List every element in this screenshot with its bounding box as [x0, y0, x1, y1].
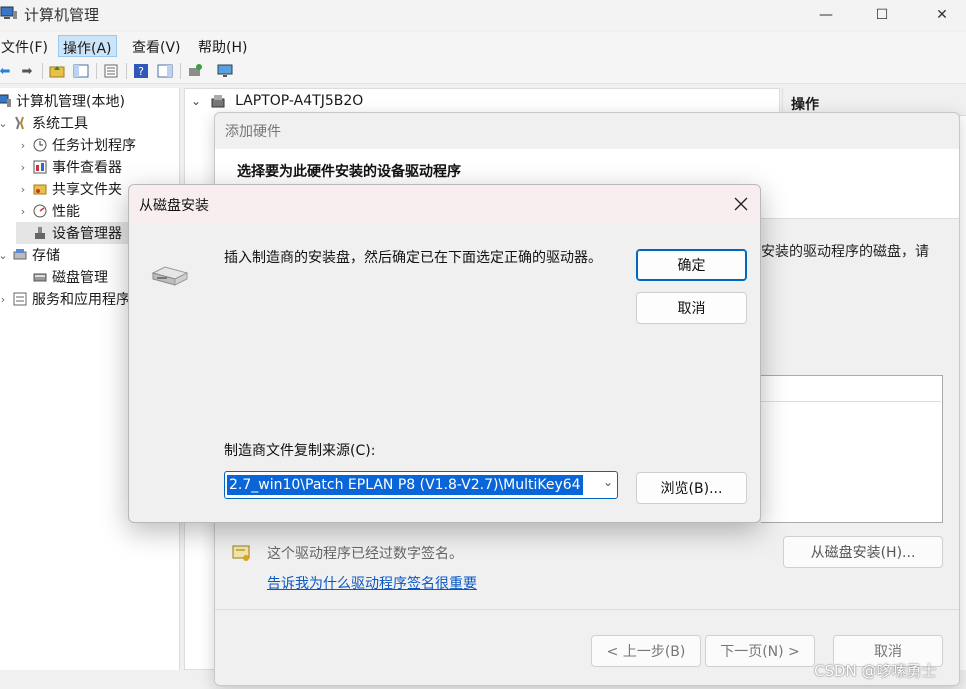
signed-driver-text: 这个驱动程序已经过数字签名。 — [267, 546, 463, 562]
monitor-icon[interactable] — [216, 62, 234, 80]
chevron-down-icon[interactable]: ⌄ — [0, 117, 10, 130]
tree-item-task-scheduler[interactable]: › 任务计划程序 — [16, 134, 136, 156]
tree-item-disk-management[interactable]: 磁盘管理 — [16, 266, 108, 288]
performance-icon — [32, 203, 48, 219]
ok-button[interactable]: 确定 — [636, 249, 747, 281]
signed-driver-icon — [232, 545, 250, 561]
shared-folder-icon — [32, 181, 48, 197]
dialog-title-bar: 从磁盘安装 — [129, 185, 760, 223]
chevron-right-icon[interactable]: › — [16, 139, 30, 152]
clock-icon — [32, 137, 48, 153]
driver-model-list[interactable] — [761, 375, 943, 523]
wizard-description: 安装的驱动程序的磁盘，请 — [761, 244, 929, 260]
computer-management-icon — [0, 6, 17, 19]
driver-signing-link[interactable]: 告诉我为什么驱动程序签名很重要 — [267, 573, 477, 593]
disk-drive-icon — [151, 266, 189, 286]
chevron-right-icon[interactable]: › — [16, 183, 30, 196]
event-viewer-icon — [32, 159, 48, 175]
back-button[interactable]: < 上一步(B) — [591, 635, 701, 667]
console-icon[interactable] — [156, 62, 174, 80]
menu-bar: 文件(F) 操作(A) 查看(V) 帮助(H) — [0, 32, 966, 58]
tools-icon — [12, 115, 28, 131]
chevron-right-icon[interactable]: › — [16, 161, 30, 174]
chevron-right-icon[interactable]: › — [0, 293, 10, 306]
tree-item-performance[interactable]: › 性能 — [16, 200, 80, 222]
close-icon — [734, 197, 748, 211]
computer-node[interactable]: ⌄ LAPTOP-A4TJ5B2O — [191, 93, 363, 109]
watermark: CSDN @哆嗦勇士 — [814, 662, 937, 680]
wizard-heading: 选择要为此硬件安装的设备驱动程序 — [237, 164, 461, 180]
browse-button[interactable]: 浏览(B)... — [636, 472, 747, 504]
tree-task-scheduler-label: 任务计划程序 — [52, 138, 136, 154]
wizard-title: 添加硬件 — [225, 124, 281, 140]
storage-icon — [12, 247, 28, 263]
dialog-close-button[interactable] — [723, 189, 759, 219]
tree-item-shared-folders[interactable]: › 共享文件夹 — [16, 178, 122, 200]
tree-item-system-tools[interactable]: ⌄ 系统工具 — [0, 112, 88, 134]
forward-arrow-icon[interactable]: ➡ — [18, 62, 36, 80]
toolbar: ⬅ ➡ ? — [0, 58, 966, 84]
menu-view[interactable]: 查看(V) — [128, 35, 185, 57]
back-arrow-icon[interactable]: ⬅ — [0, 62, 14, 80]
up-folder-icon[interactable] — [48, 62, 66, 80]
next-button[interactable]: 下一页(N) > — [705, 635, 815, 667]
menu-action[interactable]: 操作(A) — [58, 35, 117, 57]
services-icon — [12, 291, 28, 307]
close-button[interactable]: ✕ — [918, 0, 966, 30]
tree-disk-management-label: 磁盘管理 — [52, 270, 108, 286]
title-bar: 计算机管理 — ☐ ✕ — [0, 0, 966, 30]
tree-item-event-viewer[interactable]: › 事件查看器 — [16, 156, 122, 178]
menu-help[interactable]: 帮助(H) — [194, 35, 251, 57]
tree-storage-label: 存储 — [32, 248, 60, 264]
tree-device-manager-label: 设备管理器 — [52, 226, 122, 242]
menu-file[interactable]: 文件(F) — [0, 35, 52, 57]
driver-model-list-header — [761, 376, 941, 402]
properties-icon[interactable] — [102, 62, 120, 80]
computer-management-icon — [0, 93, 12, 109]
dialog-title: 从磁盘安装 — [139, 198, 209, 214]
help-icon[interactable]: ? — [132, 62, 150, 80]
tree-item-root[interactable]: 计算机管理(本地) — [0, 90, 125, 112]
minimize-button[interactable]: — — [802, 0, 850, 30]
tree-event-viewer-label: 事件查看器 — [52, 160, 122, 176]
source-path-value[interactable]: 2.7_win10\Patch EPLAN P8 (V1.8-V2.7)\Mul… — [227, 475, 583, 495]
computer-icon — [211, 95, 225, 108]
tree-item-services-apps[interactable]: › 服务和应用程序 — [0, 288, 130, 310]
computer-name: LAPTOP-A4TJ5B2O — [235, 93, 364, 109]
window-title: 计算机管理 — [24, 6, 100, 24]
chevron-down-icon[interactable]: ⌄ — [191, 94, 201, 108]
device-manager-icon — [32, 225, 48, 241]
tree-root-label: 计算机管理(本地) — [16, 94, 125, 110]
dialog-instruction: 插入制造商的安装盘，然后确定已在下面选定正确的驱动器。 — [224, 250, 602, 266]
have-disk-button[interactable]: 从磁盘安装(H)... — [783, 536, 943, 568]
tree-item-storage[interactable]: ⌄ 存储 — [0, 244, 60, 266]
maximize-button[interactable]: ☐ — [858, 0, 906, 30]
tree-system-tools-label: 系统工具 — [32, 116, 88, 132]
scan-hardware-icon[interactable] — [186, 62, 204, 80]
install-from-disk-dialog: 从磁盘安装 插入制造商的安装盘，然后确定已在下面选定正确的驱动器。 确定 取消 … — [128, 184, 761, 523]
disk-icon — [32, 269, 48, 285]
chevron-right-icon[interactable]: › — [16, 205, 30, 218]
source-path-combobox[interactable]: 2.7_win10\Patch EPLAN P8 (V1.8-V2.7)\Mul… — [224, 471, 618, 499]
tree-shared-folders-label: 共享文件夹 — [52, 182, 122, 198]
show-hide-tree-icon[interactable] — [72, 62, 90, 80]
chevron-down-icon[interactable]: ⌄ — [603, 475, 613, 489]
tree-performance-label: 性能 — [52, 204, 80, 220]
svg-text:?: ? — [138, 65, 144, 78]
dialog-cancel-button[interactable]: 取消 — [636, 292, 747, 324]
chevron-down-icon[interactable]: ⌄ — [0, 249, 10, 262]
source-label: 制造商文件复制来源(C): — [224, 443, 376, 459]
tree-services-apps-label: 服务和应用程序 — [32, 292, 130, 308]
